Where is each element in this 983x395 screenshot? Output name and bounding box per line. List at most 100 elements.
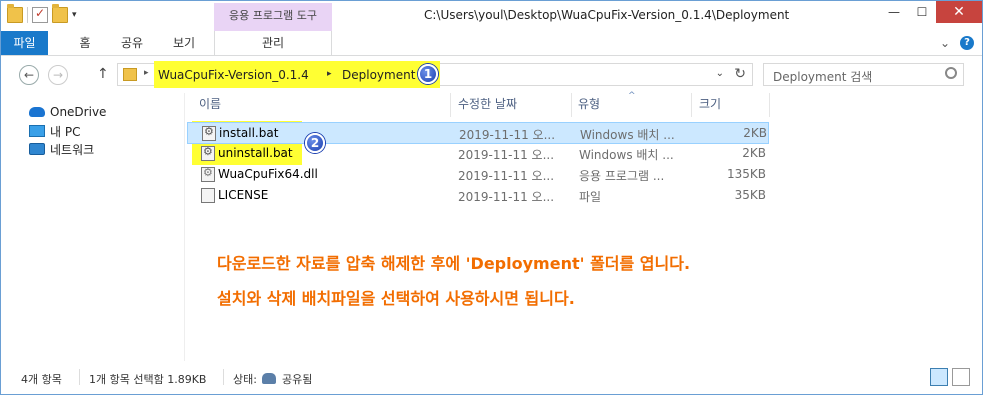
status-separator bbox=[223, 369, 224, 385]
file-name: install.bat bbox=[219, 126, 279, 140]
file-type: Windows 배치 ... bbox=[579, 148, 674, 162]
state-label: 상태: bbox=[233, 373, 257, 386]
column-divider[interactable] bbox=[571, 93, 572, 117]
selection-info: 1개 항목 선택함 1.89KB bbox=[89, 373, 207, 386]
tab-share[interactable]: 공유 bbox=[112, 31, 152, 55]
file-date: 2019-11-11 오... bbox=[458, 190, 555, 204]
file-name: uninstall.bat bbox=[218, 146, 293, 160]
status-bar: 4개 항목 1개 항목 선택함 1.89KB 상태: 공유됨 bbox=[1, 361, 982, 394]
file-date: 2019-11-11 오... bbox=[459, 128, 556, 142]
ribbon-right-controls: ⌄ ? bbox=[940, 36, 974, 50]
step-badge-1: 1 bbox=[418, 64, 438, 84]
column-header-date[interactable]: 수정한 날짜 bbox=[458, 95, 517, 112]
file-size: 35KB bbox=[734, 188, 766, 202]
sort-ascending-icon: ^ bbox=[628, 91, 636, 101]
customize-toolbar-icon[interactable]: ▾ bbox=[72, 10, 77, 20]
file-list: 이름 수정한 날짜 유형 ^ 크기 install.bat 2019-11-11… bbox=[187, 91, 982, 361]
toolbar-separator bbox=[27, 7, 28, 23]
file-row-uninstall-bat[interactable]: uninstall.bat 2019-11-11 오... Windows 배치… bbox=[187, 143, 769, 165]
breadcrumb-current[interactable]: Deployment bbox=[342, 68, 415, 82]
refresh-icon[interactable]: ↻ bbox=[734, 66, 746, 82]
arrow-left-icon: ← bbox=[23, 68, 35, 82]
instruction-text-2: 설치와 삭제 배치파일을 선택하여 사용하시면 됩니다. bbox=[217, 289, 575, 308]
chevron-right-icon[interactable]: ▸ bbox=[327, 69, 332, 79]
tab-home[interactable]: 홈 bbox=[67, 31, 103, 55]
shared-users-icon bbox=[262, 373, 277, 384]
file-row-install-bat[interactable]: install.bat 2019-11-11 오... Windows 배치 .… bbox=[187, 122, 769, 144]
contextual-tab-group: 응용 프로그램 도구 bbox=[214, 3, 332, 31]
window-title: C:\Users\youl\Desktop\WuaCpuFix-Version_… bbox=[424, 8, 790, 22]
bat-file-icon bbox=[201, 145, 215, 161]
forward-button[interactable]: → bbox=[48, 65, 68, 85]
file-size: 135KB bbox=[726, 167, 766, 181]
large-icons-view-icon[interactable] bbox=[952, 368, 970, 386]
title-bar: ▾ 응용 프로그램 도구 C:\Users\youl\Desktop\WuaCp… bbox=[1, 1, 982, 31]
search-input[interactable]: Deployment 검색 bbox=[763, 63, 964, 86]
file-icon bbox=[201, 188, 215, 203]
explorer-window: ▾ 응용 프로그램 도구 C:\Users\youl\Desktop\WuaCp… bbox=[0, 0, 983, 395]
pc-icon bbox=[29, 125, 45, 137]
state-value: 공유됨 bbox=[281, 373, 313, 386]
bat-file-icon bbox=[202, 125, 216, 141]
arrow-right-icon: → bbox=[52, 68, 64, 82]
nav-item-this-pc[interactable]: 내 PC bbox=[29, 122, 80, 140]
network-icon bbox=[29, 143, 45, 155]
column-header-name[interactable]: 이름 bbox=[199, 95, 221, 112]
cloud-icon bbox=[29, 107, 45, 117]
file-size: 2KB bbox=[743, 126, 767, 140]
tab-view[interactable]: 보기 bbox=[164, 31, 204, 55]
search-icon bbox=[945, 67, 957, 79]
tab-file[interactable]: 파일 bbox=[1, 31, 48, 55]
window-controls: — ☐ ✕ bbox=[880, 1, 982, 23]
file-name: LICENSE bbox=[218, 188, 269, 202]
breadcrumb-parent[interactable]: WuaCpuFix-Version_0.1.4 bbox=[158, 68, 309, 82]
nav-item-label: OneDrive bbox=[50, 105, 107, 119]
ribbon-tabs: 파일 홈 공유 보기 관리 ⌄ ? bbox=[1, 31, 982, 56]
file-type: Windows 배치 ... bbox=[580, 128, 675, 142]
file-date: 2019-11-11 오... bbox=[458, 169, 555, 183]
maximize-button[interactable]: ☐ bbox=[908, 1, 936, 23]
dll-file-icon bbox=[201, 166, 215, 182]
instruction-text-1: 다운로드한 자료를 압축 해제한 후에 'Deployment' 폴더를 엽니다… bbox=[217, 254, 691, 273]
file-type: 파일 bbox=[579, 190, 602, 204]
minimize-button[interactable]: — bbox=[880, 1, 908, 23]
column-divider[interactable] bbox=[450, 93, 451, 117]
chevron-right-icon[interactable]: ▸ bbox=[144, 68, 149, 78]
share-state: 상태: 공유됨 bbox=[233, 371, 312, 387]
address-bar[interactable]: ▸ WuaCpuFix-Version_0.1.4 ▸ Deployment 1… bbox=[117, 61, 753, 88]
chevron-down-icon[interactable]: ⌄ bbox=[940, 36, 950, 50]
status-separator bbox=[79, 369, 80, 385]
navigation-pane: OneDrive 내 PC 네트워크 bbox=[1, 93, 185, 361]
close-button[interactable]: ✕ bbox=[936, 1, 982, 23]
file-type: 응용 프로그램 ... bbox=[579, 169, 665, 183]
file-size: 2KB bbox=[742, 146, 766, 160]
item-count: 4개 항목 bbox=[21, 373, 62, 386]
quick-access-toolbar: ▾ bbox=[7, 4, 77, 23]
new-folder-icon[interactable] bbox=[52, 4, 68, 23]
properties-icon[interactable] bbox=[32, 6, 48, 23]
nav-item-label: 네트워크 bbox=[50, 142, 95, 157]
column-header-size[interactable]: 크기 bbox=[699, 95, 721, 112]
column-divider[interactable] bbox=[769, 93, 770, 117]
view-toggle bbox=[930, 368, 970, 386]
back-button[interactable]: ← bbox=[19, 65, 39, 85]
folder-icon[interactable] bbox=[7, 4, 23, 23]
file-name: WuaCpuFix64.dll bbox=[218, 167, 318, 181]
tab-manage[interactable]: 관리 bbox=[214, 31, 332, 55]
nav-item-label: 내 PC bbox=[50, 124, 81, 139]
column-header-type[interactable]: 유형 bbox=[578, 95, 600, 112]
details-view-icon[interactable] bbox=[930, 368, 948, 386]
nav-item-network[interactable]: 네트워크 bbox=[29, 140, 94, 158]
folder-icon bbox=[123, 68, 137, 81]
navigation-bar: ← → ↑ ▸ WuaCpuFix-Version_0.1.4 ▸ Deploy… bbox=[1, 57, 982, 93]
chevron-down-icon[interactable]: ⌄ bbox=[716, 68, 724, 79]
step-badge-2: 2 bbox=[305, 133, 325, 153]
file-date: 2019-11-11 오... bbox=[458, 148, 555, 162]
help-icon[interactable]: ? bbox=[960, 36, 974, 50]
column-divider[interactable] bbox=[691, 93, 692, 117]
up-button[interactable]: ↑ bbox=[97, 66, 109, 82]
search-placeholder: Deployment 검색 bbox=[773, 70, 873, 84]
file-row-license[interactable]: LICENSE 2019-11-11 오... 파일 35KB bbox=[187, 185, 769, 207]
nav-item-onedrive[interactable]: OneDrive bbox=[29, 103, 106, 121]
file-row-dll[interactable]: WuaCpuFix64.dll 2019-11-11 오... 응용 프로그램 … bbox=[187, 164, 769, 186]
